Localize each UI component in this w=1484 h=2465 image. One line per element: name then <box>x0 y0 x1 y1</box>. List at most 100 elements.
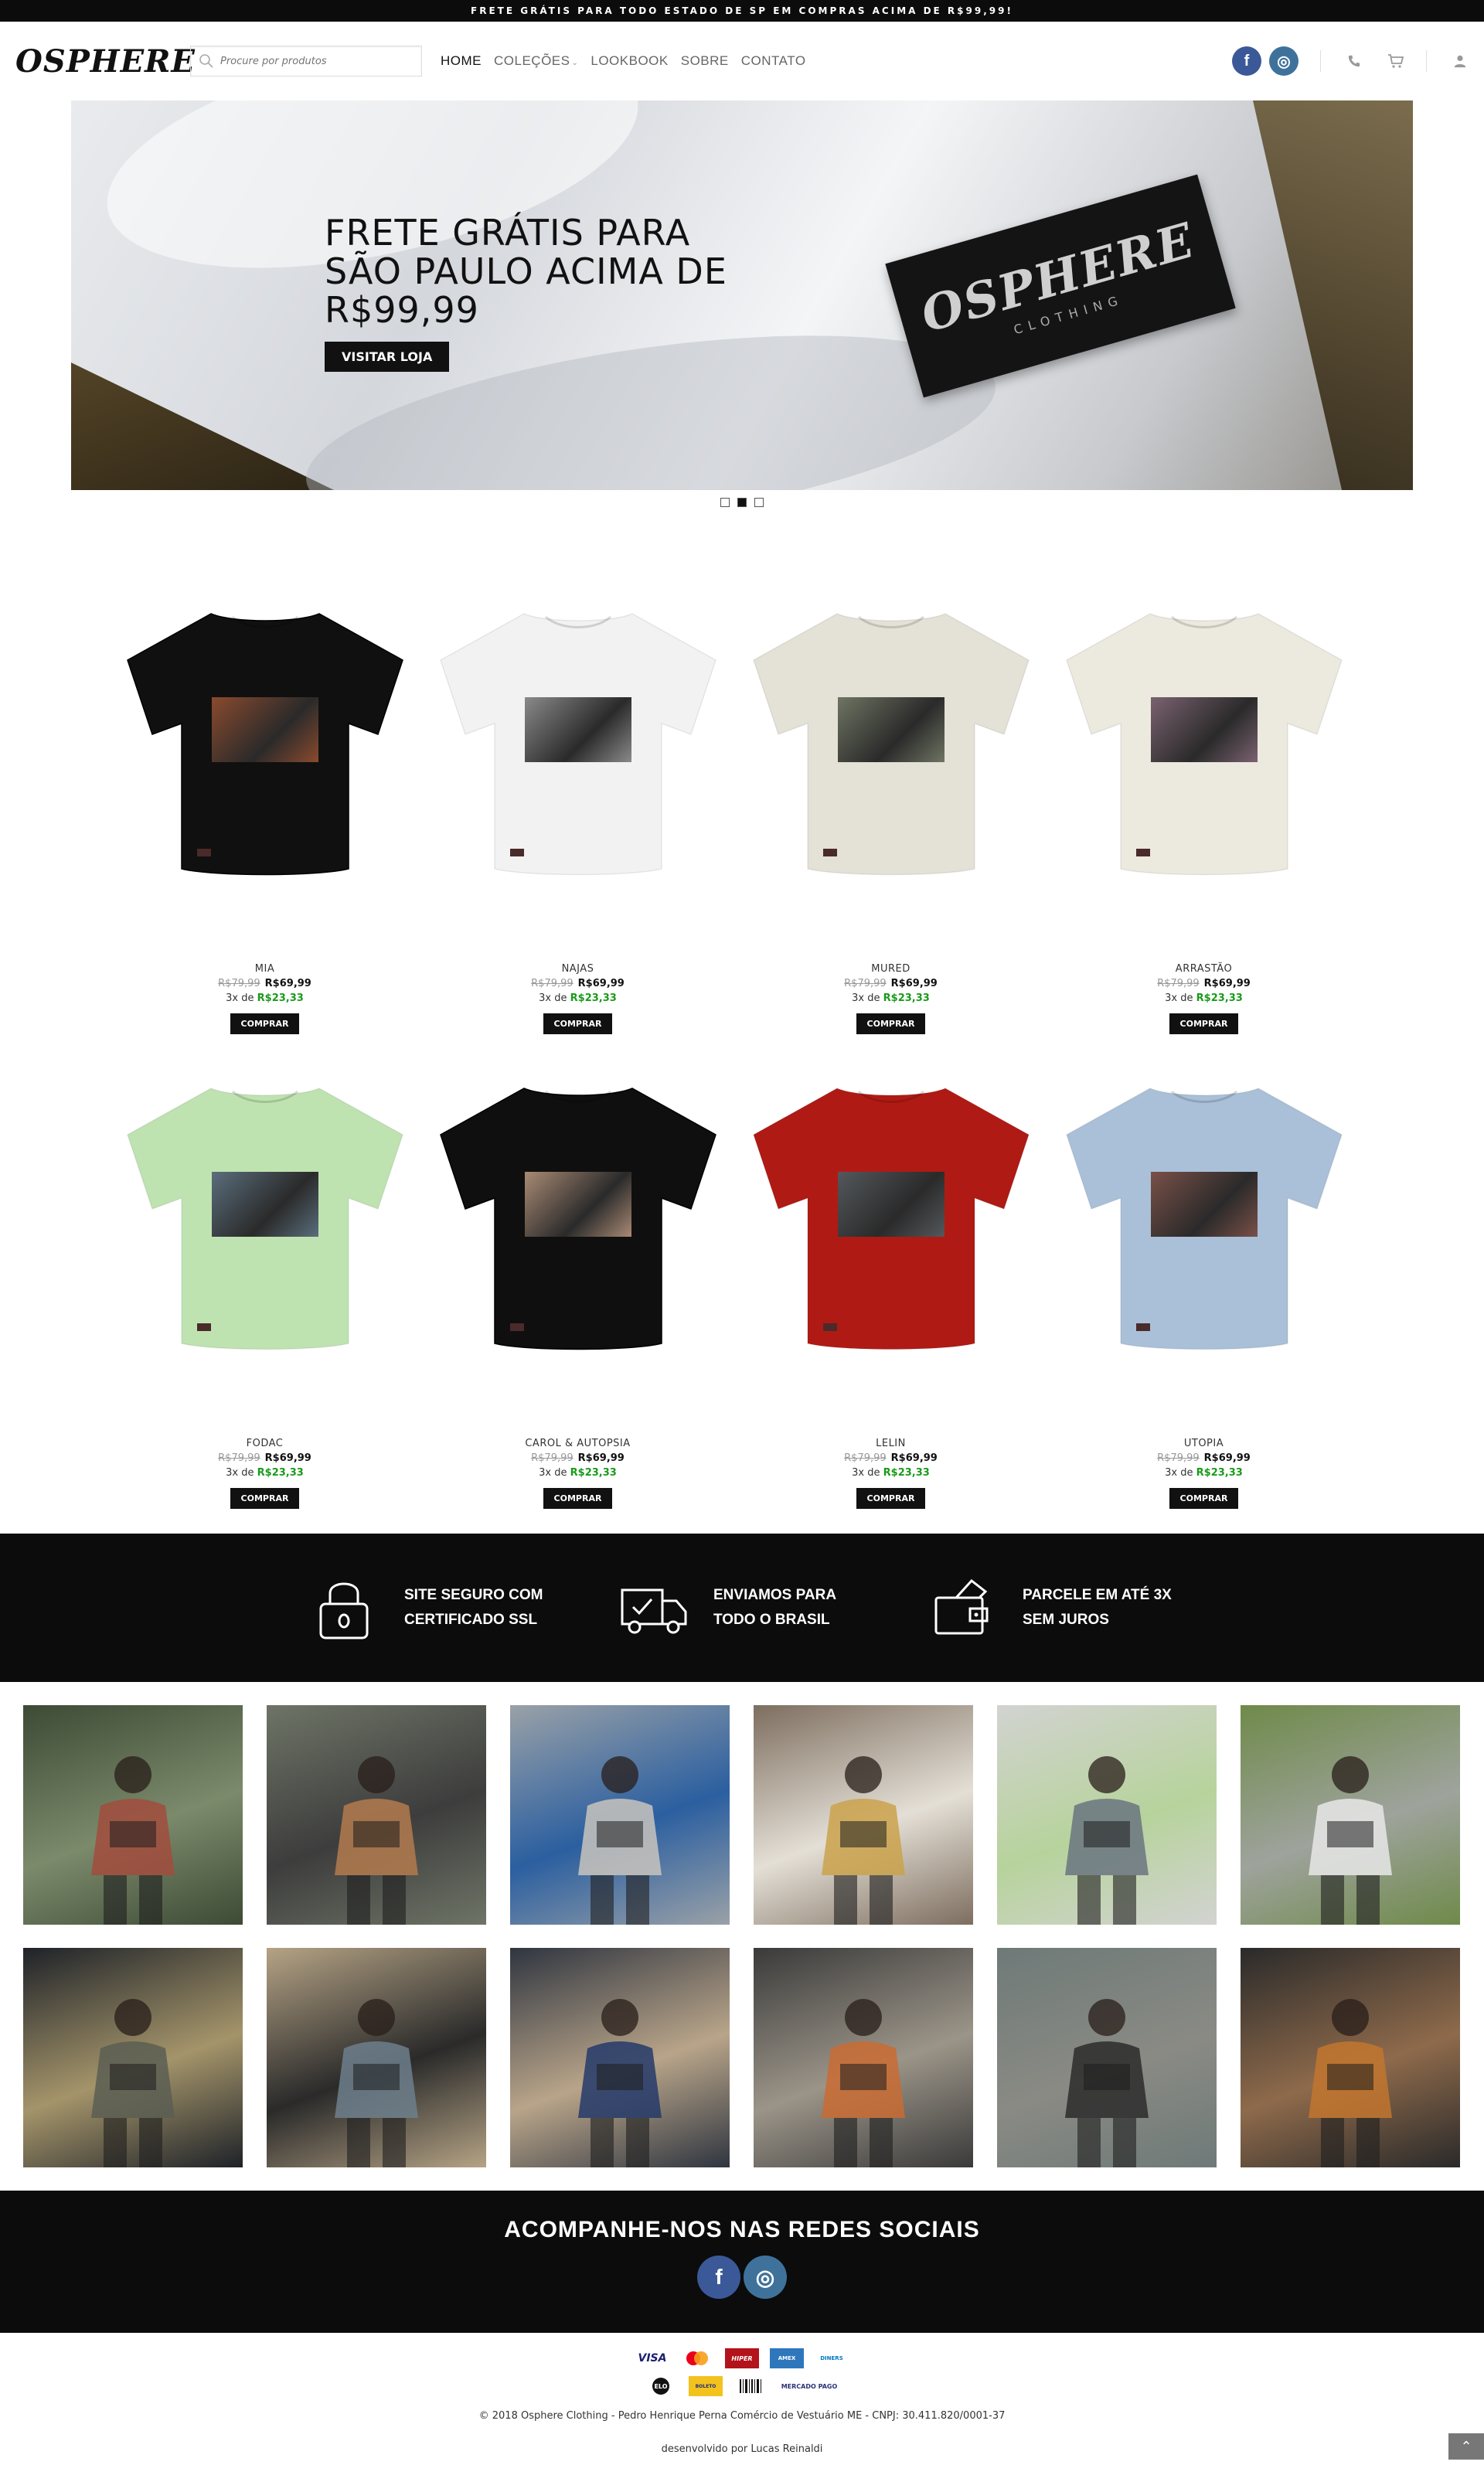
product-image[interactable] <box>1047 1056 1360 1381</box>
nav-colecoes[interactable]: COLEÇÕES ⌄ <box>494 53 578 69</box>
barcode-icon <box>733 2376 768 2396</box>
gallery-photo[interactable] <box>997 1705 1217 1925</box>
product-card[interactable]: MURED R$79,99 R$69,99 3x de R$23,33 COMPR… <box>734 581 1047 1056</box>
slider-dot[interactable] <box>754 498 764 507</box>
gallery-photo[interactable] <box>1241 1948 1460 2167</box>
person-silhouette <box>578 1756 662 1925</box>
old-price: R$79,99 <box>1157 978 1200 989</box>
slider-dot-active[interactable] <box>737 498 747 507</box>
product-card[interactable]: CAROL & AUTOPSIA R$79,99 R$69,99 3x de R$… <box>421 1056 734 1530</box>
search-input[interactable] <box>220 55 406 67</box>
clothing-tag-image: OSPHERE CLOTHING <box>885 174 1236 398</box>
cart-icon[interactable] <box>1387 53 1404 70</box>
installment-value: R$23,33 <box>1196 992 1243 1004</box>
instagram-icon[interactable]: ◎ <box>1269 46 1298 76</box>
gallery-photo[interactable] <box>23 1705 243 1925</box>
product-price: R$79,99 R$69,99 <box>1047 1452 1360 1464</box>
gallery-photo[interactable] <box>754 1705 973 1925</box>
product-image[interactable] <box>108 1056 421 1381</box>
gallery-photo[interactable] <box>267 1705 486 1925</box>
back-to-top-button[interactable]: ⌃ <box>1448 2433 1484 2460</box>
diners-icon: DINERS <box>820 2355 843 2361</box>
sale-price: R$69,99 <box>577 978 625 989</box>
product-image[interactable] <box>108 581 421 906</box>
phone-icon[interactable] <box>1346 53 1363 70</box>
search-box <box>190 46 422 77</box>
hero-background <box>71 363 334 490</box>
hero-banner: OSPHERE CLOTHING FRETE GRÁTIS PARA SÃO P… <box>71 100 1413 490</box>
installment-prefix: 3x de <box>226 992 254 1004</box>
tshirt-image <box>743 600 1040 887</box>
product-card[interactable]: NAJAS R$79,99 R$69,99 3x de R$23,33 COMPR… <box>421 581 734 1056</box>
product-name[interactable]: MURED <box>734 963 1047 975</box>
gallery-photo[interactable] <box>1241 1705 1460 1925</box>
product-name[interactable]: CAROL & AUTOPSIA <box>421 1438 734 1449</box>
slider-dot[interactable] <box>720 498 730 507</box>
product-card[interactable]: FODAC R$79,99 R$69,99 3x de R$23,33 COMPR… <box>108 1056 421 1530</box>
old-price: R$79,99 <box>1157 1452 1200 1464</box>
product-image[interactable] <box>734 581 1047 906</box>
gallery-photo[interactable] <box>997 1948 1217 2167</box>
person-silhouette <box>822 1756 905 1925</box>
boleto-icon: BOLETO <box>689 2376 723 2396</box>
gallery-photo[interactable] <box>754 1948 973 2167</box>
installment-value: R$23,33 <box>883 1467 930 1479</box>
facebook-icon[interactable]: f <box>1232 46 1261 76</box>
product-image[interactable] <box>734 1056 1047 1381</box>
instagram-gallery <box>0 1682 1484 2191</box>
nav-contato[interactable]: CONTATO <box>741 53 806 69</box>
nav-sobre[interactable]: SOBRE <box>681 53 729 69</box>
buy-button[interactable]: COMPRAR <box>543 1013 613 1034</box>
site-logo[interactable]: OSPHERE <box>15 41 195 81</box>
product-card[interactable]: LELIN R$79,99 R$69,99 3x de R$23,33 COMPR… <box>734 1056 1047 1530</box>
shirt-print <box>837 1172 945 1238</box>
product-image[interactable] <box>421 1056 734 1381</box>
feature-installments: PARCELE EM ATÉ 3X SEM JUROS <box>925 1575 1177 1641</box>
buy-button[interactable]: COMPRAR <box>543 1488 613 1509</box>
facebook-icon[interactable]: f <box>697 2256 740 2299</box>
hipercard-icon: HIPER <box>725 2348 759 2368</box>
gallery-photo[interactable] <box>23 1948 243 2167</box>
sale-price: R$69,99 <box>577 1452 625 1464</box>
payment-methods-row: ELO BOLETO MERCADO PAGO <box>0 2376 1484 2396</box>
nav-lookbook[interactable]: LOOKBOOK <box>591 53 668 69</box>
buy-button[interactable]: COMPRAR <box>856 1488 926 1509</box>
buy-button[interactable]: COMPRAR <box>230 1488 300 1509</box>
gallery-photo[interactable] <box>267 1948 486 2167</box>
product-name[interactable]: LELIN <box>734 1438 1047 1449</box>
nav-home[interactable]: HOME <box>441 53 482 69</box>
installment-info: 3x de R$23,33 <box>421 1467 734 1479</box>
product-name[interactable]: ARRASTÃO <box>1047 963 1360 975</box>
user-icon[interactable] <box>1452 53 1469 70</box>
product-name[interactable]: NAJAS <box>421 963 734 975</box>
installment-prefix: 3x de <box>226 1467 254 1479</box>
product-price: R$79,99 R$69,99 <box>1047 978 1360 989</box>
product-image[interactable] <box>421 581 734 906</box>
product-name[interactable]: FODAC <box>108 1438 421 1449</box>
installment-value: R$23,33 <box>1196 1467 1243 1479</box>
old-price: R$79,99 <box>218 978 260 989</box>
product-card[interactable]: MIA R$79,99 R$69,99 3x de R$23,33 COMPRAR <box>108 581 421 1056</box>
product-image[interactable] <box>1047 581 1360 906</box>
installment-info: 3x de R$23,33 <box>734 992 1047 1004</box>
sale-price: R$69,99 <box>264 978 311 989</box>
product-name[interactable]: UTOPIA <box>1047 1438 1360 1449</box>
buy-button[interactable]: COMPRAR <box>1169 1488 1239 1509</box>
gallery-photo[interactable] <box>510 1705 730 1925</box>
installment-value: R$23,33 <box>257 1467 304 1479</box>
tshirt-image <box>430 1074 727 1362</box>
buy-button[interactable]: COMPRAR <box>230 1013 300 1034</box>
product-card[interactable]: ARRASTÃO R$79,99 R$69,99 3x de R$23,33 CO… <box>1047 581 1360 1056</box>
product-name[interactable]: MIA <box>108 963 421 975</box>
product-card[interactable]: UTOPIA R$79,99 R$69,99 3x de R$23,33 COMP… <box>1047 1056 1360 1530</box>
product-grid: MIA R$79,99 R$69,99 3x de R$23,33 COMPRAR… <box>108 581 1376 1530</box>
search-icon[interactable] <box>199 53 214 69</box>
gallery-photo[interactable] <box>510 1948 730 2167</box>
visit-store-button[interactable]: VISITAR LOJA <box>325 342 450 372</box>
developer-credit[interactable]: desenvolvido por Lucas Reinaldi <box>0 2443 1484 2455</box>
buy-button[interactable]: COMPRAR <box>1169 1013 1239 1034</box>
buy-button[interactable]: COMPRAR <box>856 1013 926 1034</box>
old-price: R$79,99 <box>531 1452 574 1464</box>
lock-icon <box>319 1582 369 1639</box>
instagram-icon[interactable]: ◎ <box>744 2256 787 2299</box>
